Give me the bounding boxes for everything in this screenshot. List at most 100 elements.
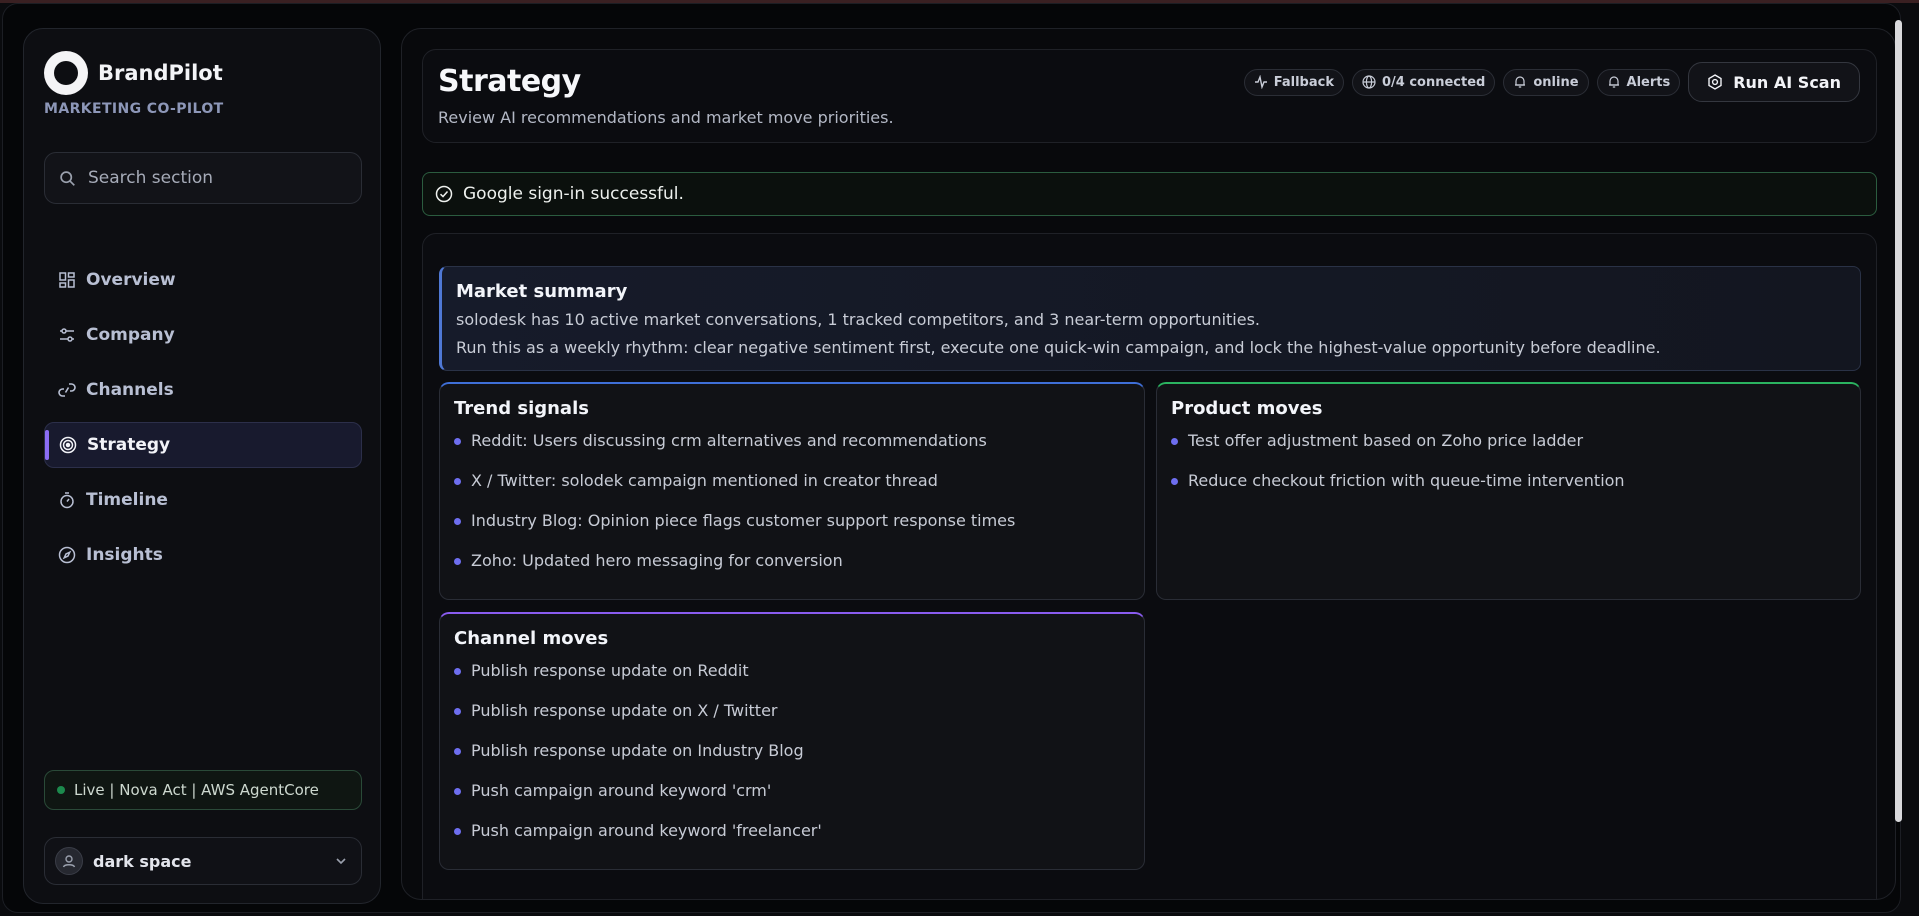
workspace-name: dark space xyxy=(93,851,192,871)
brand-name: BrandPilot xyxy=(98,61,223,85)
bullet-icon xyxy=(454,558,461,565)
target-icon xyxy=(59,436,77,454)
bullet-icon xyxy=(1171,438,1178,445)
list-item: X / Twitter: solodek campaign mentioned … xyxy=(454,471,1130,511)
list-item: Push campaign around keyword 'freelancer… xyxy=(454,821,1130,861)
bullet-icon xyxy=(454,438,461,445)
sidebar: BrandPilot MARKETING CO-PILOT Overview C… xyxy=(23,28,381,904)
compass-icon xyxy=(58,546,76,564)
sidebar-item-label: Insights xyxy=(86,545,163,565)
card-title: Trend signals xyxy=(454,398,589,419)
chip-label: Alerts xyxy=(1626,74,1671,90)
search-box[interactable] xyxy=(44,152,362,204)
list-item-text: Industry Blog: Opinion piece flags custo… xyxy=(471,511,1016,530)
list-item: Publish response update on Industry Blog xyxy=(454,741,1130,781)
bell-icon xyxy=(1515,76,1526,88)
bullet-icon xyxy=(454,668,461,675)
sidebar-item-label: Company xyxy=(86,325,175,345)
page-title: Strategy xyxy=(438,64,581,99)
header-actions: Fallback 0/4 connected online Alerts Run… xyxy=(1243,62,1860,102)
list-item-text: X / Twitter: solodek campaign mentioned … xyxy=(471,471,938,490)
success-toast: Google sign-in successful. xyxy=(422,172,1877,216)
bullet-icon xyxy=(454,828,461,835)
chip-label: Fallback xyxy=(1273,74,1334,90)
stopwatch-icon xyxy=(60,492,74,509)
list-item-text: Test offer adjustment based on Zoho pric… xyxy=(1188,431,1584,450)
summary-line-2: Run this as a weekly rhythm: clear negat… xyxy=(456,338,1661,357)
page-subtitle: Review AI recommendations and market mov… xyxy=(438,108,894,127)
grid-icon xyxy=(59,272,75,288)
online-chip[interactable]: online xyxy=(1503,68,1589,96)
list-item-text: Reduce checkout friction with queue-time… xyxy=(1188,471,1625,490)
search-input[interactable] xyxy=(88,168,338,188)
summary-line-1: solodesk has 10 active market conversati… xyxy=(456,310,1261,329)
list-item-text: Push campaign around keyword 'freelancer… xyxy=(471,821,822,840)
sidebar-item-company[interactable]: Company xyxy=(44,312,362,358)
activity-icon xyxy=(1254,75,1267,89)
brand-logo-icon xyxy=(44,51,88,95)
sidebar-item-label: Timeline xyxy=(86,490,168,510)
list-item-text: Publish response update on Industry Blog xyxy=(471,741,804,760)
brand[interactable]: BrandPilot xyxy=(44,51,223,95)
sidebar-item-label: Channels xyxy=(86,380,174,400)
check-circle-icon xyxy=(435,185,453,203)
status-text: Live | Nova Act | AWS AgentCore xyxy=(74,781,319,799)
list-item-text: Publish response update on Reddit xyxy=(471,661,749,680)
sidebar-item-overview[interactable]: Overview xyxy=(44,257,362,303)
sidebar-item-strategy[interactable]: Strategy xyxy=(44,422,362,468)
list-item: Publish response update on X / Twitter xyxy=(454,701,1130,741)
list-item: Reduce checkout friction with queue-time… xyxy=(1171,471,1846,511)
summary-title: Market summary xyxy=(456,281,628,302)
list-item: Push campaign around keyword 'crm' xyxy=(454,781,1130,821)
trend-signals-card: Trend signals Reddit: Users discussing c… xyxy=(439,382,1145,600)
list-item: Industry Blog: Opinion piece flags custo… xyxy=(454,511,1130,551)
market-summary-card: Market summary solodesk has 10 active ma… xyxy=(439,266,1861,371)
card-title: Channel moves xyxy=(454,628,609,649)
list-item: Zoho: Updated hero messaging for convers… xyxy=(454,551,1130,591)
workspace-switcher[interactable]: dark space xyxy=(44,837,362,885)
bullet-icon xyxy=(1171,478,1178,485)
list-item-text: Reddit: Users discussing crm alternative… xyxy=(471,431,987,450)
alerts-chip[interactable]: Alerts xyxy=(1596,68,1681,96)
chip-label: online xyxy=(1533,74,1579,90)
chevron-down-icon xyxy=(336,858,346,865)
connected-chip[interactable]: 0/4 connected xyxy=(1351,68,1496,96)
card-title: Product moves xyxy=(1171,398,1323,419)
page-header: Strategy Review AI recommendations and m… xyxy=(422,49,1877,143)
search-icon xyxy=(60,170,75,186)
live-status-pill: Live | Nova Act | AWS AgentCore xyxy=(44,770,362,810)
run-ai-scan-button[interactable]: Run AI Scan xyxy=(1688,62,1860,102)
page-scrollbar[interactable] xyxy=(1895,20,1902,822)
bullet-icon xyxy=(454,478,461,485)
list-item-text: Zoho: Updated hero messaging for convers… xyxy=(471,551,843,570)
globe-icon xyxy=(1362,75,1376,89)
chip-label: 0/4 connected xyxy=(1381,74,1486,90)
fallback-chip[interactable]: Fallback xyxy=(1243,68,1344,96)
sidebar-item-timeline[interactable]: Timeline xyxy=(44,477,362,523)
bullet-icon xyxy=(454,748,461,755)
sliders-icon xyxy=(60,328,74,342)
app-window: BrandPilot MARKETING CO-PILOT Overview C… xyxy=(2,3,1901,913)
brand-subtitle: MARKETING CO-PILOT xyxy=(44,101,224,117)
run-button-label: Run AI Scan xyxy=(1733,72,1841,92)
sidebar-item-label: Strategy xyxy=(87,435,171,455)
list-item: Reddit: Users discussing crm alternative… xyxy=(454,431,1130,471)
sidebar-item-channels[interactable]: Channels xyxy=(44,367,362,413)
bullet-icon xyxy=(454,518,461,525)
status-dot-icon xyxy=(57,786,65,794)
toast-text: Google sign-in successful. xyxy=(463,184,684,204)
avatar xyxy=(55,847,83,875)
main-panel: Strategy Review AI recommendations and m… xyxy=(401,28,1896,900)
sidebar-nav: Overview Company Channels Strategy Timel… xyxy=(44,257,362,587)
list-item: Test offer adjustment based on Zoho pric… xyxy=(1171,431,1846,471)
list-item: Publish response update on Reddit xyxy=(454,661,1130,701)
strategy-content: Market summary solodesk has 10 active ma… xyxy=(422,233,1877,899)
list-item-text: Publish response update on X / Twitter xyxy=(471,701,778,720)
settings-hex-icon xyxy=(1708,74,1722,90)
link-icon xyxy=(58,383,76,397)
bullet-icon xyxy=(454,788,461,795)
channel-moves-card: Channel moves Publish response update on… xyxy=(439,612,1145,870)
user-icon xyxy=(62,855,76,868)
sidebar-item-label: Overview xyxy=(86,270,176,290)
sidebar-item-insights[interactable]: Insights xyxy=(44,532,362,578)
